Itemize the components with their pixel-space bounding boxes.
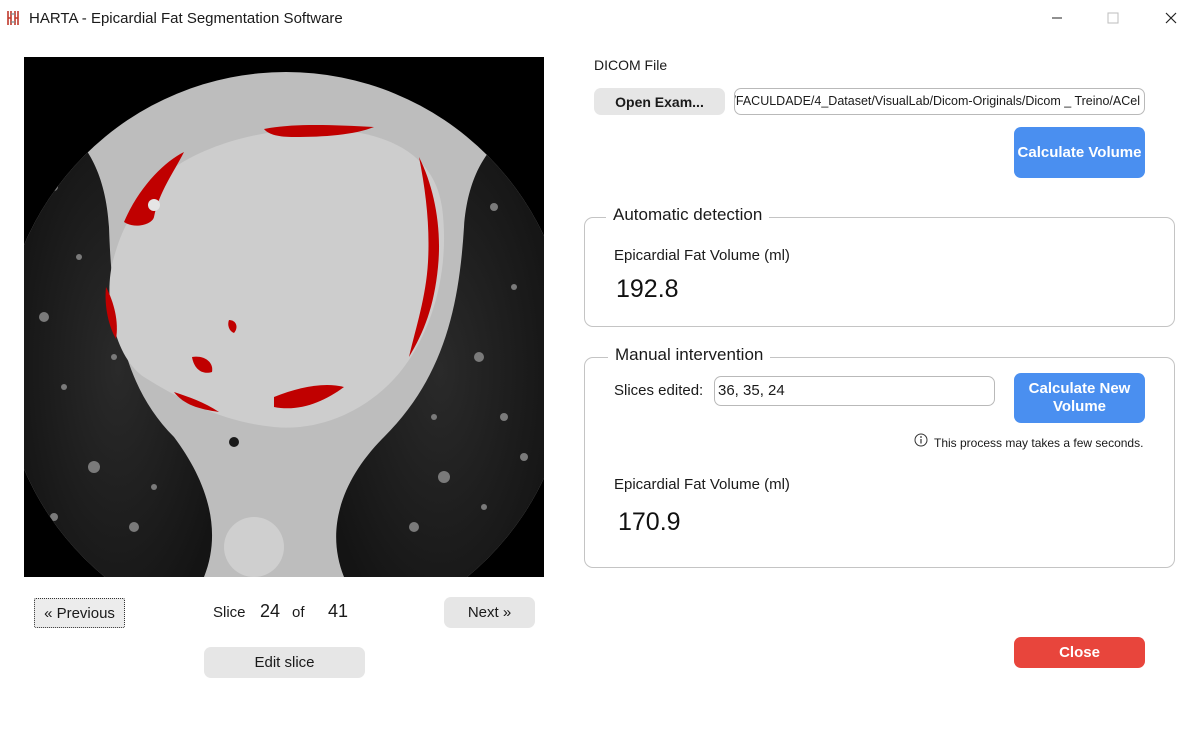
total-slices-number: 41 <box>328 601 349 621</box>
close-window-icon <box>1165 12 1177 24</box>
slices-edited-input[interactable]: 36, 35, 24 <box>714 376 995 406</box>
processing-note: This process may takes a few seconds. <box>934 436 1144 450</box>
dicom-path-text: /FACULDADE/4_Dataset/VisualLab/Dicom-Ori… <box>734 94 1140 108</box>
previous-button[interactable]: « Previous <box>34 598 125 628</box>
current-slice-number: 24 <box>260 601 281 621</box>
open-exam-button[interactable]: Open Exam... <box>594 88 725 115</box>
maximize-button[interactable] <box>1090 0 1136 36</box>
window-title: HARTA - Epicardial Fat Segmentation Soft… <box>29 10 343 27</box>
dicom-file-label: DICOM File <box>594 57 668 73</box>
info-icon <box>914 433 928 447</box>
title-bar: HARTA - Epicardial Fat Segmentation Soft… <box>0 0 1200 36</box>
ct-slice-render <box>24 57 544 577</box>
automatic-detection-group <box>584 217 1175 327</box>
manual-intervention-title: Manual intervention <box>608 345 771 365</box>
of-label: of <box>292 604 305 621</box>
close-window-button[interactable] <box>1148 0 1194 36</box>
maximize-icon <box>1107 12 1119 24</box>
app-logo-icon <box>7 11 19 25</box>
slices-edited-label: Slices edited: <box>614 382 704 399</box>
minimize-button[interactable] <box>1034 0 1080 36</box>
auto-volume-label: Epicardial Fat Volume (ml) <box>614 247 790 264</box>
edit-slice-button[interactable]: Edit slice <box>204 647 365 678</box>
calculate-volume-button[interactable]: Calculate Volume <box>1014 127 1145 178</box>
close-button[interactable]: Close <box>1014 637 1145 668</box>
dicom-path-field[interactable]: /FACULDADE/4_Dataset/VisualLab/Dicom-Ori… <box>734 88 1145 115</box>
manual-volume-label: Epicardial Fat Volume (ml) <box>614 476 790 493</box>
calculate-new-volume-button[interactable]: Calculate New Volume <box>1014 373 1145 423</box>
slice-label: Slice <box>213 604 246 621</box>
ct-slice-image[interactable] <box>24 57 544 577</box>
next-button[interactable]: Next » <box>444 597 535 628</box>
manual-volume-value: 170.9 <box>618 508 681 536</box>
auto-volume-value: 192.8 <box>616 275 679 303</box>
minimize-icon <box>1052 17 1062 19</box>
automatic-detection-title: Automatic detection <box>606 205 770 225</box>
